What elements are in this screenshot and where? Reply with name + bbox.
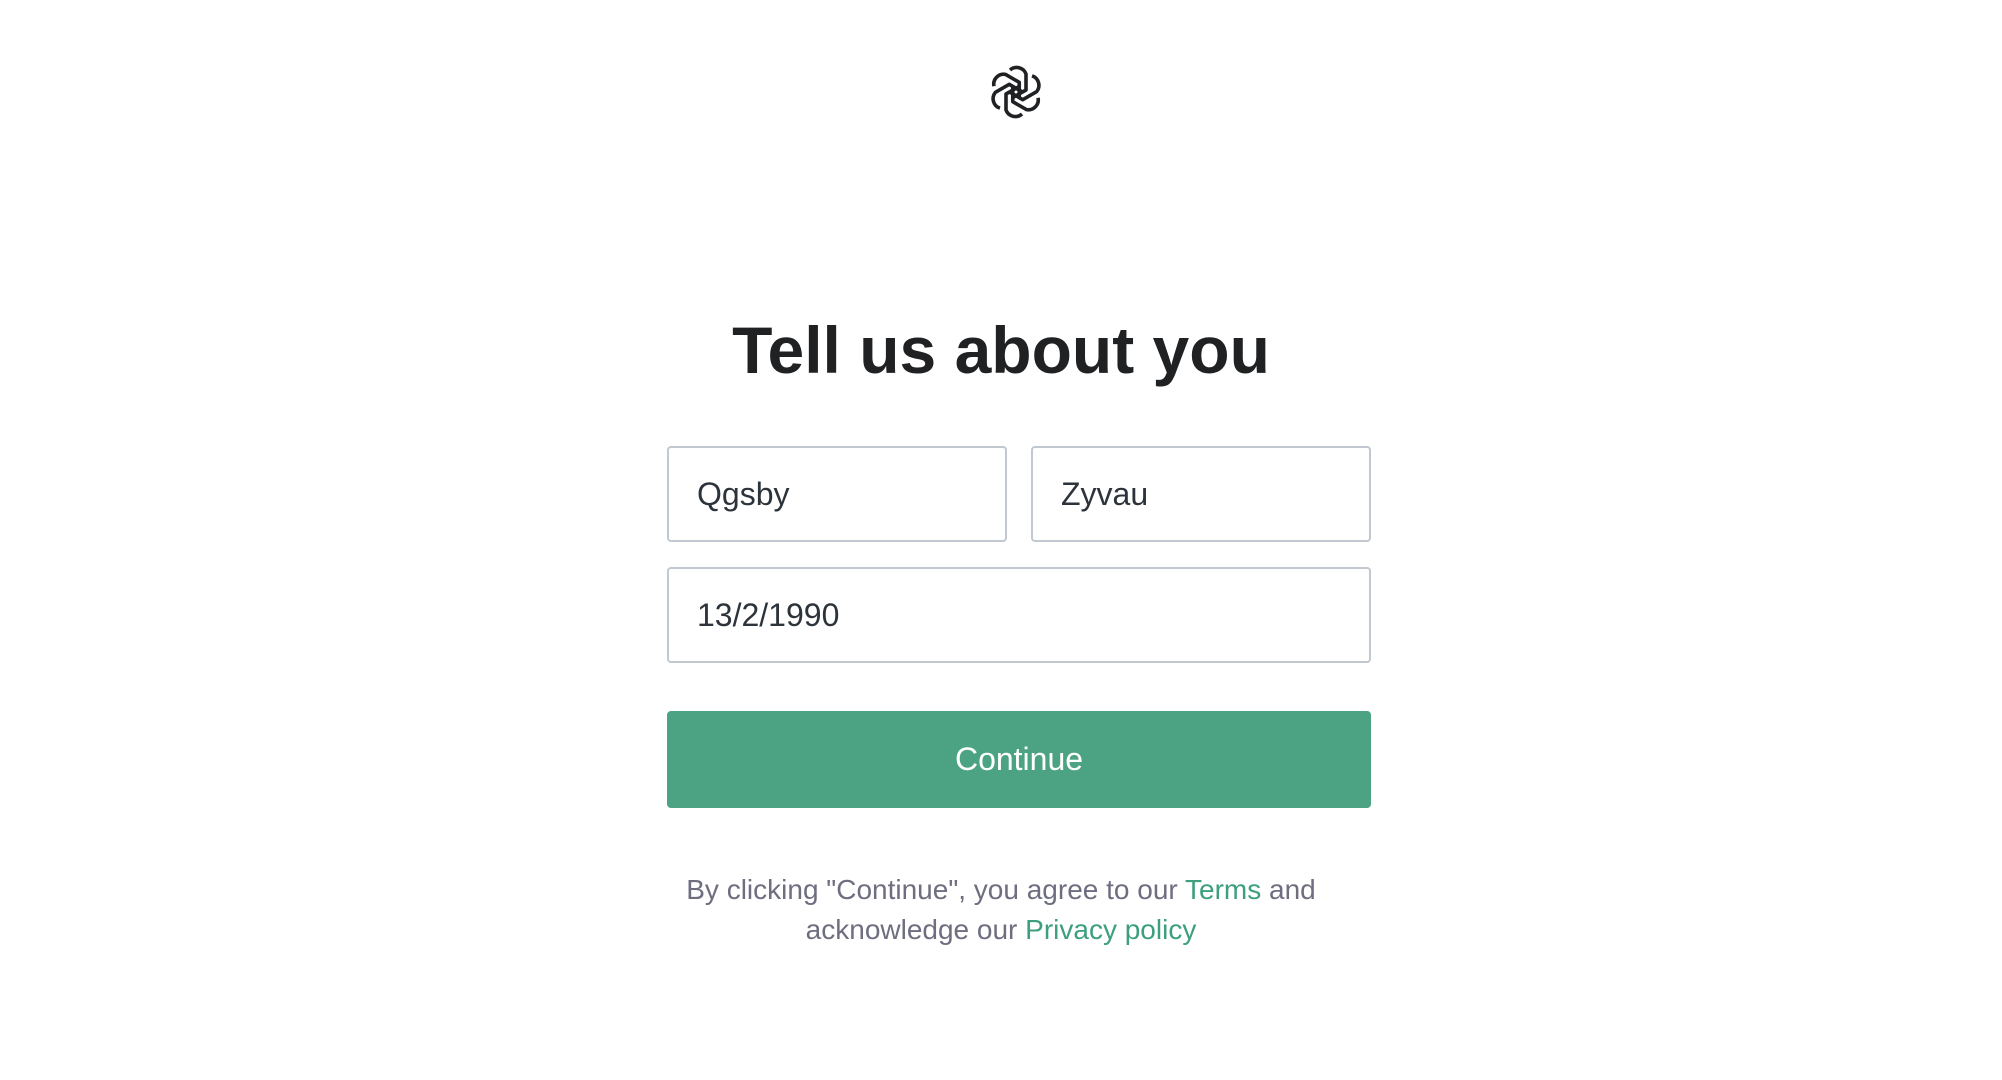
legal-notice: By clicking "Continue", you agree to our…: [0, 870, 2002, 950]
page-title: Tell us about you: [732, 313, 1270, 387]
legal-middle-text: and: [1261, 874, 1316, 905]
openai-logo-icon: [984, 60, 1048, 124]
privacy-policy-link[interactable]: Privacy policy: [1025, 914, 1196, 945]
last-name-input[interactable]: [1031, 446, 1371, 542]
legal-line2-text: acknowledge our: [805, 914, 1026, 945]
birthday-input[interactable]: [667, 567, 1371, 663]
first-name-input[interactable]: [667, 446, 1007, 542]
signup-page: Tell us about you Continue By clicking "…: [0, 0, 2002, 1080]
legal-prefix-text: By clicking "Continue", you agree to our: [686, 874, 1185, 905]
continue-button[interactable]: Continue: [667, 711, 1371, 808]
terms-link[interactable]: Terms: [1185, 874, 1261, 905]
